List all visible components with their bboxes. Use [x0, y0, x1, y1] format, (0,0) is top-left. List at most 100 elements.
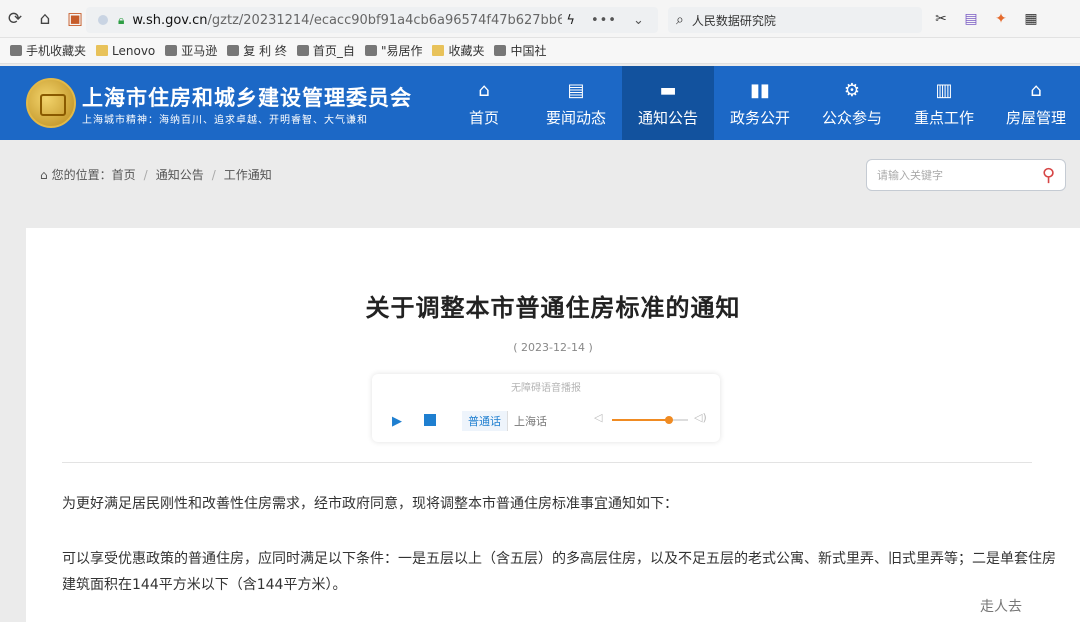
- lock-icon: 🔒︎: [118, 12, 125, 27]
- article-paragraph: 可以享受优惠政策的普通住房，应同时满足以下条件：一是五层以上（含五层）的多高层住…: [62, 551, 1056, 593]
- breadcrumb-separator: /: [143, 167, 148, 182]
- building-icon: ▥: [935, 79, 953, 101]
- article-date: ( 2023-12-14 ): [513, 341, 593, 354]
- folder-icon: [96, 45, 109, 56]
- toolbar-icons: ✂ ▤ ✦ ▦: [930, 7, 1042, 31]
- site-title[interactable]: 上海市住房和城乡建设管理委员会: [82, 82, 412, 112]
- site-header: 上海市住房和城乡建设管理委员会 上海城市精神：海纳百川、追求卓越、开明睿智、大气…: [0, 66, 1080, 140]
- site-search-placeholder: 请输入关键字: [877, 169, 943, 182]
- url-host: w.sh.gov.cn: [132, 12, 208, 28]
- lang-shanghainese-button[interactable]: 上海话: [507, 411, 553, 431]
- bookmark-label: 亚马逊: [181, 44, 218, 58]
- bookmarks-bar: 手机收藏夹 Lenovo 亚马逊 复 利 终 首页_自 "易居作 收藏夹 中国社: [0, 38, 1080, 64]
- more-icon[interactable]: •••: [591, 13, 617, 28]
- nav-item[interactable]: ▤ 要闻动态: [530, 66, 622, 140]
- reload-icon[interactable]: ⟳: [0, 4, 30, 34]
- phone-icon: [10, 45, 22, 56]
- browser-search-input[interactable]: ⌕ 人民数据研究院: [668, 7, 922, 33]
- divider: [62, 462, 1032, 463]
- bookmark-item[interactable]: 复 利 终: [227, 42, 287, 59]
- gear-icon: ⚙: [843, 79, 861, 101]
- bookmark-item[interactable]: "易居作: [364, 42, 423, 59]
- news-icon: ▤: [567, 79, 585, 101]
- play-icon[interactable]: ▶: [384, 408, 410, 434]
- reader-icon[interactable]: ▤: [960, 7, 982, 31]
- bookmark-item[interactable]: 收藏夹: [432, 42, 484, 59]
- bookmark-label: 中国社: [510, 44, 547, 58]
- game-icon[interactable]: ✦: [990, 7, 1012, 31]
- bookmark-label: 手机收藏夹: [26, 44, 87, 58]
- volume-slider[interactable]: [612, 416, 688, 424]
- article-card: 关于调整本市普通住房标准的通知 ( 2023-12-14 ) 无障碍语音播报 ▶…: [26, 228, 1080, 622]
- nav-item[interactable]: ▬ 通知公告: [622, 66, 714, 140]
- bookmark-item[interactable]: Lenovo: [96, 44, 155, 58]
- breadcrumb: ⌂ 您的位置： 首页 / 通知公告 / 工作通知: [40, 166, 272, 183]
- breadcrumb-prefix: 您的位置：: [51, 168, 112, 182]
- nav-item-label: 重点工作: [913, 108, 974, 127]
- url-path: /gztz/20231214/ecacc90bf91a4cb6a96574f47…: [207, 12, 563, 28]
- watermark: 走人去: [980, 599, 1022, 615]
- breadcrumb-item-notices[interactable]: 通知公告: [156, 166, 204, 183]
- nav-item-label: 要闻动态: [545, 108, 606, 127]
- search-icon[interactable]: ⚲: [1042, 165, 1055, 186]
- bookmark-label: "易居作: [380, 44, 423, 58]
- site-slogan: 上海城市精神：海纳百川、追求卓越、开明睿智、大气谦和: [82, 115, 368, 126]
- home-icon: ⌂: [40, 167, 48, 182]
- house-icon: ⌂: [1030, 79, 1042, 101]
- volume-knob[interactable]: [665, 416, 673, 424]
- bookmark-label: Lenovo: [112, 43, 156, 58]
- app-icon: [227, 45, 240, 56]
- player-caption: 无障碍语音播报: [511, 383, 581, 394]
- nav-item[interactable]: ▮▮ 政务公开: [714, 66, 806, 140]
- audio-player: 无障碍语音播报 ▶ 普通话 上海话 ◁ ◁): [372, 374, 720, 442]
- breadcrumb-item-home[interactable]: 首页: [112, 166, 136, 183]
- chart-icon: ▮▮: [750, 79, 770, 101]
- bookmark-item[interactable]: 亚马逊: [165, 42, 217, 59]
- language-toggle: 普通话 上海话: [462, 411, 553, 431]
- bookmark-item[interactable]: 手机收藏夹: [10, 42, 86, 59]
- nav-item-label: 首页: [468, 108, 499, 127]
- emblem-logo[interactable]: [26, 78, 76, 128]
- nav-item[interactable]: ▥ 重点工作: [898, 66, 990, 140]
- nav-item-label: 公众参与: [821, 108, 882, 127]
- folder-icon: [432, 45, 445, 56]
- bookmark-item[interactable]: 中国社: [494, 42, 547, 59]
- nav-item[interactable]: ⌂ 房屋管理: [990, 66, 1080, 140]
- scissors-icon[interactable]: ✂: [930, 7, 952, 31]
- globe-icon: [296, 45, 309, 56]
- site-search-input[interactable]: 请输入关键字 ⚲: [866, 159, 1066, 191]
- volume-low-icon: ◁: [594, 411, 603, 424]
- nav-item[interactable]: ⌂ 首页: [438, 66, 530, 140]
- chevron-down-icon[interactable]: ⌄: [633, 13, 644, 28]
- grid-icon[interactable]: ▦: [1020, 7, 1042, 31]
- bolt-icon[interactable]: ϟ: [566, 13, 575, 28]
- site-info-icon[interactable]: [98, 15, 108, 25]
- volume-high-icon: ◁): [694, 411, 707, 424]
- breadcrumb-separator: /: [211, 167, 216, 182]
- main-nav: ⌂ 首页 ▤ 要闻动态 ▬ 通知公告 ▮▮ 政务公开 ⚙ 公众参与 ▥ 重点工作 ⌂ 房屋管理: [438, 66, 1080, 140]
- article-paragraph: 为更好满足居民刚性和改善性住房需求，经市政府同意，现将调整本市普通住房标准事宜通…: [62, 496, 678, 512]
- amazon-icon: [165, 45, 178, 56]
- bookmark-label: 复 利 终: [243, 44, 287, 58]
- lang-mandarin-button[interactable]: 普通话: [462, 411, 507, 431]
- address-bar[interactable]: 🔒︎ w.sh.gov.cn/gztz/20231214/ecacc90bf91…: [86, 7, 658, 33]
- home-icon: ⌂: [478, 79, 490, 101]
- app-icon: [364, 45, 377, 56]
- stop-icon[interactable]: [424, 414, 436, 426]
- nav-item[interactable]: ⚙ 公众参与: [806, 66, 898, 140]
- url-text[interactable]: w.sh.gov.cn/gztz/20231214/ecacc90bf91a4c…: [132, 13, 562, 28]
- nav-item-label: 通知公告: [637, 108, 698, 127]
- bookmark-label: 收藏夹: [448, 44, 485, 58]
- bookmark-item[interactable]: 首页_自: [296, 42, 355, 59]
- folder-icon: ▬: [659, 79, 677, 101]
- breadcrumb-item-work-notices[interactable]: 工作通知: [224, 166, 272, 183]
- volume-fill: [612, 419, 669, 421]
- nav-item-label: 政务公开: [729, 108, 790, 127]
- home-icon[interactable]: ⌂: [30, 4, 60, 34]
- article-title: 关于调整本市普通住房标准的通知: [365, 294, 741, 322]
- browser-search-text: 人民数据研究院: [691, 13, 776, 28]
- globe-icon: [494, 45, 507, 56]
- bookmark-label: 首页_自: [312, 44, 355, 58]
- nav-item-label: 房屋管理: [1005, 108, 1066, 127]
- search-icon: ⌕: [676, 12, 684, 28]
